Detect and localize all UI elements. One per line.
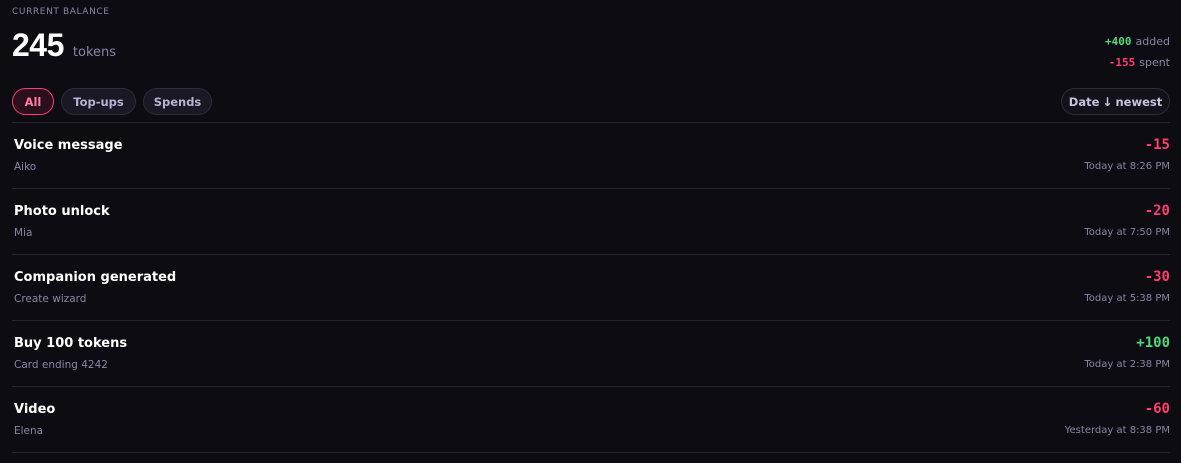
transaction-time: Today at 2:38 PM: [1084, 359, 1170, 370]
balance-row: 245 tokens: [12, 27, 116, 63]
transaction-amount: -20: [1144, 203, 1170, 219]
transaction-subtitle: Mia: [14, 227, 33, 239]
transaction-subtitle: Card ending 4242: [14, 359, 108, 371]
transaction-subtitle: Create wizard: [14, 293, 87, 305]
transaction-row[interactable]: Companion generated Create wizard -30 To…: [12, 255, 1170, 321]
transaction-title: Buy 100 tokens: [14, 336, 128, 351]
filter-all-button[interactable]: All: [12, 88, 54, 115]
summary-added-value: +400: [1105, 35, 1132, 48]
summary-spent-label: spent: [1139, 56, 1170, 69]
transaction-title: Voice message: [14, 138, 123, 153]
filter-toolbar: All Top-ups Spends Date ↓ newest: [12, 80, 1170, 122]
token-history-page: CURRENT BALANCE 245 tokens +400 added -15…: [0, 0, 1181, 463]
sort-label: Date: [1068, 94, 1100, 109]
transaction-row[interactable]: Photo unlock Mia -20 Today at 7:50 PM: [12, 189, 1170, 255]
transaction-amount: +100: [1136, 335, 1170, 351]
transaction-subtitle: Elena: [14, 425, 44, 437]
filter-spends-button[interactable]: Spends: [143, 88, 212, 115]
transaction-amount: -15: [1144, 137, 1170, 153]
balance-summary: +400 added -155 spent: [1105, 31, 1170, 73]
transaction-list: Voice message Aiko -15 Today at 8:26 PM …: [12, 122, 1170, 453]
transaction-row[interactable]: Video Elena -60 Yesterday at 8:38 PM: [12, 387, 1170, 453]
transaction-time: Today at 7:50 PM: [1084, 227, 1170, 238]
filter-topups-button[interactable]: Top-ups: [61, 88, 136, 115]
arrow-down-icon: ↓: [1102, 94, 1113, 109]
summary-added-label: added: [1135, 35, 1170, 48]
transaction-time: Yesterday at 8:38 PM: [1064, 425, 1170, 436]
transaction-time: Today at 8:26 PM: [1084, 161, 1170, 172]
transaction-row[interactable]: Buy 100 tokens Card ending 4242 +100 Tod…: [12, 321, 1170, 387]
transaction-title: Photo unlock: [14, 204, 110, 219]
transaction-amount: -30: [1144, 269, 1170, 285]
transaction-time: Today at 5:38 PM: [1084, 293, 1170, 304]
summary-spent: -155 spent: [1105, 52, 1170, 73]
balance-unit: tokens: [72, 45, 117, 60]
summary-added: +400 added: [1105, 31, 1170, 52]
balance-amount: 245: [12, 27, 64, 63]
sort-button[interactable]: Date ↓ newest: [1061, 88, 1170, 115]
transaction-title: Video: [14, 402, 56, 417]
transaction-subtitle: Aiko: [14, 161, 37, 173]
sort-order: newest: [1115, 94, 1163, 109]
balance-header: CURRENT BALANCE 245 tokens +400 added -15…: [12, 0, 1170, 80]
transaction-title: Companion generated: [14, 270, 177, 285]
transaction-amount: -60: [1144, 401, 1170, 417]
balance-caption: CURRENT BALANCE: [12, 7, 110, 17]
transaction-row[interactable]: Voice message Aiko -15 Today at 8:26 PM: [12, 123, 1170, 189]
summary-spent-value: -155: [1108, 56, 1136, 69]
